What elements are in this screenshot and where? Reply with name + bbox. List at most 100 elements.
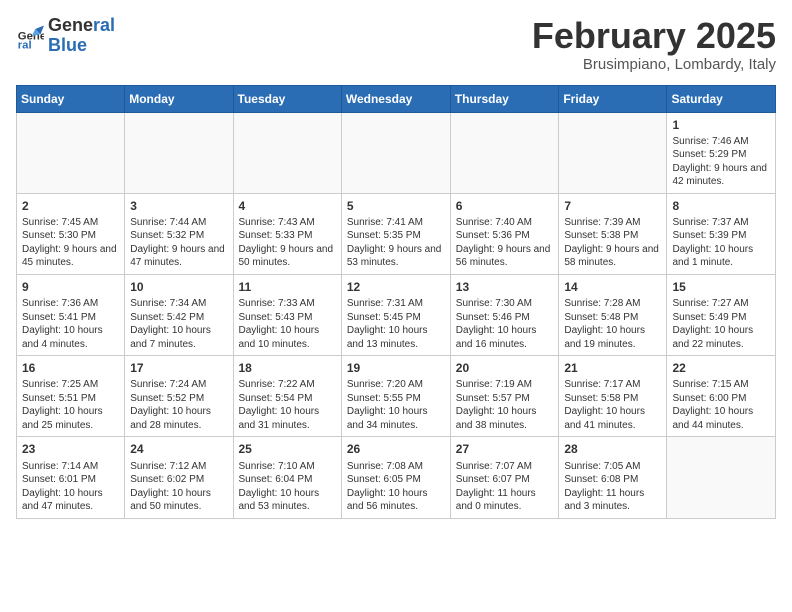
calendar-cell: 20 Sunrise: 7:19 AM Sunset: 5:57 PM Dayli… <box>450 356 559 437</box>
calendar-cell: 12 Sunrise: 7:31 AM Sunset: 5:45 PM Dayli… <box>341 274 450 355</box>
day-number: 1 <box>672 117 770 133</box>
day-info: Sunrise: 7:30 AM Sunset: 5:46 PM Dayligh… <box>456 297 554 351</box>
calendar-week-5: 23 Sunrise: 7:14 AM Sunset: 6:01 PM Dayli… <box>17 437 776 518</box>
day-info: Sunrise: 7:14 AM Sunset: 6:01 PM Dayligh… <box>22 460 119 514</box>
day-info: Sunrise: 7:41 AM Sunset: 5:35 PM Dayligh… <box>347 216 445 270</box>
day-info: Sunrise: 7:24 AM Sunset: 5:52 PM Dayligh… <box>130 378 227 432</box>
day-number: 20 <box>456 360 554 376</box>
day-number: 28 <box>564 441 661 457</box>
calendar-cell: 1 Sunrise: 7:46 AM Sunset: 5:29 PM Daylig… <box>667 112 776 193</box>
month-title: February 2025 <box>532 16 776 56</box>
day-info: Sunrise: 7:45 AM Sunset: 5:30 PM Dayligh… <box>22 216 119 270</box>
logo: Gene ral General Blue <box>16 16 115 56</box>
calendar-cell <box>559 112 667 193</box>
day-info: Sunrise: 7:36 AM Sunset: 5:41 PM Dayligh… <box>22 297 119 351</box>
day-number: 4 <box>239 198 336 214</box>
day-number: 26 <box>347 441 445 457</box>
day-number: 13 <box>456 279 554 295</box>
day-info: Sunrise: 7:12 AM Sunset: 6:02 PM Dayligh… <box>130 460 227 514</box>
day-info: Sunrise: 7:34 AM Sunset: 5:42 PM Dayligh… <box>130 297 227 351</box>
weekday-thursday: Thursday <box>450 85 559 112</box>
calendar-cell <box>233 112 341 193</box>
weekday-friday: Friday <box>559 85 667 112</box>
day-info: Sunrise: 7:31 AM Sunset: 5:45 PM Dayligh… <box>347 297 445 351</box>
calendar-cell: 6 Sunrise: 7:40 AM Sunset: 5:36 PM Daylig… <box>450 193 559 274</box>
calendar-week-3: 9 Sunrise: 7:36 AM Sunset: 5:41 PM Daylig… <box>17 274 776 355</box>
day-number: 9 <box>22 279 119 295</box>
weekday-tuesday: Tuesday <box>233 85 341 112</box>
day-number: 3 <box>130 198 227 214</box>
calendar-cell: 21Sunrise: 7:17 AM Sunset: 5:58 PM Dayli… <box>559 356 667 437</box>
day-info: Sunrise: 7:33 AM Sunset: 5:43 PM Dayligh… <box>239 297 336 351</box>
day-number: 19 <box>347 360 445 376</box>
day-number: 2 <box>22 198 119 214</box>
day-number: 18 <box>239 360 336 376</box>
day-info: Sunrise: 7:08 AM Sunset: 6:05 PM Dayligh… <box>347 460 445 514</box>
calendar-week-4: 16Sunrise: 7:25 AM Sunset: 5:51 PM Dayli… <box>17 356 776 437</box>
calendar-cell: 24 Sunrise: 7:12 AM Sunset: 6:02 PM Dayli… <box>125 437 233 518</box>
day-info: Sunrise: 7:46 AM Sunset: 5:29 PM Dayligh… <box>672 135 770 189</box>
svg-text:ral: ral <box>18 39 32 50</box>
day-info: Sunrise: 7:22 AM Sunset: 5:54 PM Dayligh… <box>239 378 336 432</box>
page-header: Gene ral General Blue February 2025 Brus… <box>16 16 776 73</box>
calendar-cell: 9 Sunrise: 7:36 AM Sunset: 5:41 PM Daylig… <box>17 274 125 355</box>
calendar-cell: 4Sunrise: 7:43 AM Sunset: 5:33 PM Daylig… <box>233 193 341 274</box>
calendar-cell: 26 Sunrise: 7:08 AM Sunset: 6:05 PM Dayli… <box>341 437 450 518</box>
day-info: Sunrise: 7:20 AM Sunset: 5:55 PM Dayligh… <box>347 378 445 432</box>
day-number: 25 <box>239 441 336 457</box>
calendar-table: SundayMondayTuesdayWednesdayThursdayFrid… <box>16 85 776 519</box>
day-number: 14 <box>564 279 661 295</box>
day-number: 11 <box>239 279 336 295</box>
day-number: 23 <box>22 441 119 457</box>
calendar-cell: 5 Sunrise: 7:41 AM Sunset: 5:35 PM Daylig… <box>341 193 450 274</box>
calendar-cell <box>667 437 776 518</box>
weekday-header-row: SundayMondayTuesdayWednesdayThursdayFrid… <box>17 85 776 112</box>
day-number: 8 <box>672 198 770 214</box>
weekday-sunday: Sunday <box>17 85 125 112</box>
calendar-cell: 10Sunrise: 7:34 AM Sunset: 5:42 PM Dayli… <box>125 274 233 355</box>
calendar-cell: 16Sunrise: 7:25 AM Sunset: 5:51 PM Dayli… <box>17 356 125 437</box>
day-info: Sunrise: 7:28 AM Sunset: 5:48 PM Dayligh… <box>564 297 661 351</box>
calendar-cell: 17 Sunrise: 7:24 AM Sunset: 5:52 PM Dayli… <box>125 356 233 437</box>
logo-icon: Gene ral <box>16 22 44 50</box>
day-number: 12 <box>347 279 445 295</box>
day-info: Sunrise: 7:05 AM Sunset: 6:08 PM Dayligh… <box>564 460 661 514</box>
calendar-cell: 23 Sunrise: 7:14 AM Sunset: 6:01 PM Dayli… <box>17 437 125 518</box>
day-number: 27 <box>456 441 554 457</box>
day-info: Sunrise: 7:15 AM Sunset: 6:00 PM Dayligh… <box>672 378 770 432</box>
calendar-cell: 18 Sunrise: 7:22 AM Sunset: 5:54 PM Dayli… <box>233 356 341 437</box>
calendar-cell: 2 Sunrise: 7:45 AM Sunset: 5:30 PM Daylig… <box>17 193 125 274</box>
day-info: Sunrise: 7:25 AM Sunset: 5:51 PM Dayligh… <box>22 378 119 432</box>
weekday-wednesday: Wednesday <box>341 85 450 112</box>
day-info: Sunrise: 7:19 AM Sunset: 5:57 PM Dayligh… <box>456 378 554 432</box>
calendar-cell: 15Sunrise: 7:27 AM Sunset: 5:49 PM Dayli… <box>667 274 776 355</box>
calendar-cell: 11 Sunrise: 7:33 AM Sunset: 5:43 PM Dayli… <box>233 274 341 355</box>
day-info: Sunrise: 7:07 AM Sunset: 6:07 PM Dayligh… <box>456 460 554 514</box>
day-number: 7 <box>564 198 661 214</box>
calendar-cell: 14 Sunrise: 7:28 AM Sunset: 5:48 PM Dayli… <box>559 274 667 355</box>
calendar-cell: 22 Sunrise: 7:15 AM Sunset: 6:00 PM Dayli… <box>667 356 776 437</box>
day-info: Sunrise: 7:40 AM Sunset: 5:36 PM Dayligh… <box>456 216 554 270</box>
weekday-saturday: Saturday <box>667 85 776 112</box>
weekday-monday: Monday <box>125 85 233 112</box>
day-number: 6 <box>456 198 554 214</box>
calendar-body: 1 Sunrise: 7:46 AM Sunset: 5:29 PM Daylig… <box>17 112 776 518</box>
calendar-cell: 13 Sunrise: 7:30 AM Sunset: 5:46 PM Dayli… <box>450 274 559 355</box>
calendar-cell: 19 Sunrise: 7:20 AM Sunset: 5:55 PM Dayli… <box>341 356 450 437</box>
day-number: 5 <box>347 198 445 214</box>
calendar-cell: 28 Sunrise: 7:05 AM Sunset: 6:08 PM Dayli… <box>559 437 667 518</box>
calendar-cell: 25Sunrise: 7:10 AM Sunset: 6:04 PM Dayli… <box>233 437 341 518</box>
calendar-cell <box>17 112 125 193</box>
calendar-week-1: 1 Sunrise: 7:46 AM Sunset: 5:29 PM Daylig… <box>17 112 776 193</box>
day-info: Sunrise: 7:39 AM Sunset: 5:38 PM Dayligh… <box>564 216 661 270</box>
calendar-cell <box>450 112 559 193</box>
location-subtitle: Brusimpiano, Lombardy, Italy <box>532 56 776 73</box>
logo-text: General Blue <box>48 16 115 56</box>
day-number: 22 <box>672 360 770 376</box>
day-number: 17 <box>130 360 227 376</box>
day-info: Sunrise: 7:37 AM Sunset: 5:39 PM Dayligh… <box>672 216 770 270</box>
calendar-cell <box>341 112 450 193</box>
day-info: Sunrise: 7:17 AM Sunset: 5:58 PM Dayligh… <box>564 378 661 432</box>
day-number: 24 <box>130 441 227 457</box>
day-info: Sunrise: 7:27 AM Sunset: 5:49 PM Dayligh… <box>672 297 770 351</box>
